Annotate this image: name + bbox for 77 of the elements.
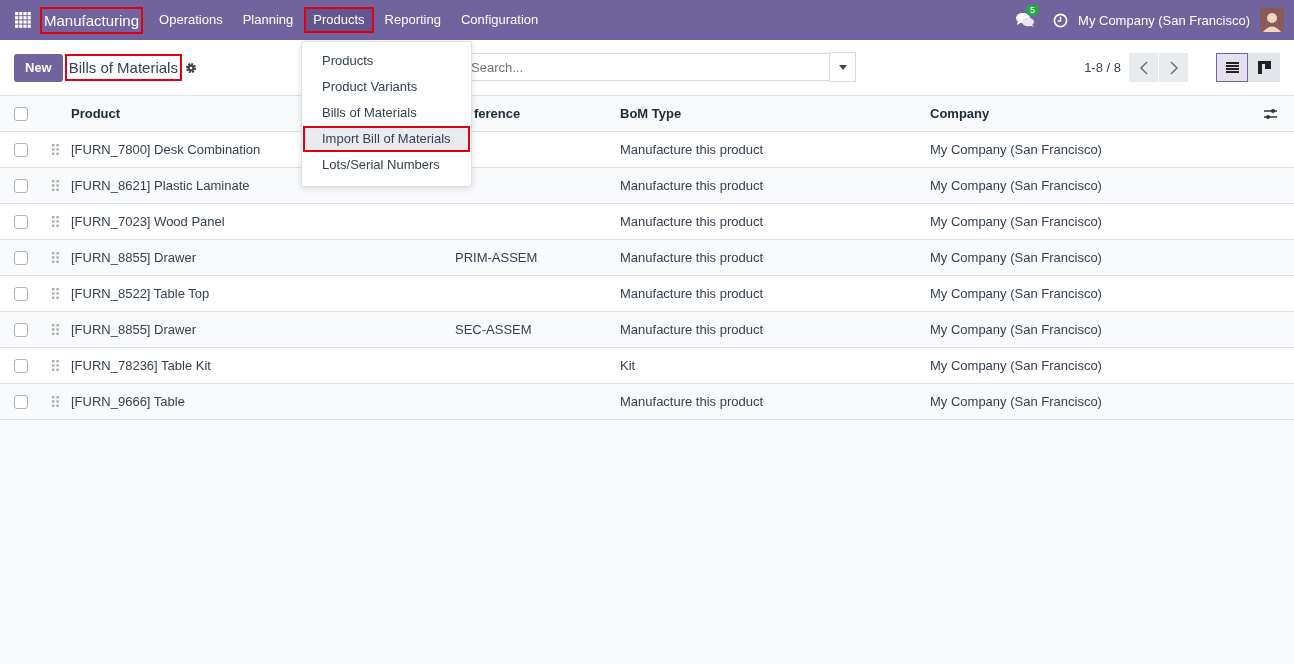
product-cell: [FURN_8621] Plastic Laminate (71, 178, 250, 193)
row-checkbox[interactable] (14, 250, 28, 265)
avatar-icon[interactable] (1260, 8, 1284, 32)
new-button[interactable]: New (14, 53, 63, 82)
chevron-right-icon (1169, 60, 1178, 75)
bom-type-column-header[interactable]: BoM Type (620, 106, 682, 121)
bom-type-cell: Manufacture this product (620, 178, 764, 193)
search-options-toggle[interactable] (829, 52, 856, 82)
company-cell: My Company (San Francisco) (930, 214, 1102, 229)
row-checkbox[interactable] (14, 142, 28, 157)
company-column-header[interactable]: Company (930, 106, 990, 121)
kanban-view-button[interactable] (1248, 53, 1280, 82)
company-cell: My Company (San Francisco) (930, 322, 1102, 337)
row-checkbox[interactable] (14, 358, 28, 373)
drag-handle-icon[interactable] (52, 144, 59, 155)
row-checkbox[interactable] (14, 322, 28, 337)
bom-type-cell: Manufacture this product (620, 286, 764, 301)
app-name[interactable]: Manufacturing (40, 6, 144, 34)
row-checkbox[interactable] (14, 394, 28, 409)
product-cell: [FURN_7800] Desk Combination (71, 142, 261, 157)
nav-menu-item[interactable]: Configuration (451, 7, 548, 33)
previous-page-button[interactable] (1129, 53, 1158, 82)
bom-type-cell: Manufacture this product (620, 214, 764, 229)
reference-column-header[interactable]: ference (474, 106, 521, 121)
optional-columns-icon[interactable] (1264, 107, 1277, 120)
dropdown-menu-item[interactable]: Import Bill of Materials (303, 126, 470, 152)
drag-handle-icon[interactable] (52, 288, 59, 299)
bom-type-cell: Manufacture this product (620, 142, 764, 157)
company-cell: My Company (San Francisco) (930, 250, 1102, 265)
page-title: Bills of Materials (64, 54, 182, 81)
drag-handle-icon[interactable] (52, 396, 59, 407)
bom-type-cell: Manufacture this product (620, 394, 764, 409)
row-checkbox[interactable] (14, 178, 28, 193)
product-cell: [FURN_8855] Drawer (71, 250, 196, 265)
nav-menu-item[interactable]: Reporting (375, 7, 450, 33)
next-page-button[interactable] (1159, 53, 1188, 82)
list-view-button[interactable] (1216, 53, 1248, 82)
kanban-icon (1257, 61, 1271, 74)
row-checkbox[interactable] (14, 214, 28, 229)
product-cell: [FURN_7023] Wood Panel (71, 214, 225, 229)
gear-icon[interactable] (184, 61, 197, 74)
product-column-header[interactable]: Product (71, 106, 121, 121)
company-cell: My Company (San Francisco) (930, 178, 1102, 193)
drag-handle-icon[interactable] (52, 180, 59, 191)
company-cell: My Company (San Francisco) (930, 394, 1102, 409)
bom-type-cell: Manufacture this product (620, 322, 764, 337)
chat-icon[interactable] (1015, 12, 1036, 28)
caret-icon (838, 64, 847, 70)
nav-menu-item[interactable]: Planning (233, 7, 303, 33)
bom-type-cell: Manufacture this product (620, 250, 764, 265)
product-cell: [FURN_8855] Drawer (71, 322, 196, 337)
nav-menu-item[interactable]: Operations (150, 7, 232, 33)
list-icon (1225, 62, 1239, 73)
drag-handle-icon[interactable] (52, 216, 59, 227)
company-cell: My Company (San Francisco) (930, 142, 1102, 157)
chevron-left-icon (1139, 60, 1148, 75)
drag-handle-icon[interactable] (52, 252, 59, 263)
company-cell: My Company (San Francisco) (930, 286, 1102, 301)
bom-type-cell: Kit (620, 358, 636, 373)
dropdown-menu-item[interactable]: Lots/Serial Numbers (303, 152, 470, 178)
drag-handle-icon[interactable] (52, 324, 59, 335)
pager-value[interactable]: 1-8 / 8 (1084, 60, 1121, 75)
select-all-checkbox[interactable] (14, 106, 28, 121)
reference-cell: PRIM-ASSEM (455, 250, 538, 265)
product-cell: [FURN_8522] Table Top (71, 286, 210, 301)
clock-icon[interactable] (1053, 12, 1069, 28)
apps-menu-icon[interactable] (15, 12, 31, 28)
product-cell: [FURN_78236] Table Kit (71, 358, 211, 373)
message-count-badge: 5 (1026, 4, 1040, 16)
reference-cell: SEC-ASSEM (455, 322, 532, 337)
drag-handle-icon[interactable] (52, 360, 59, 371)
dropdown-menu-item[interactable]: Bills of Materials (303, 100, 470, 126)
company-switcher[interactable]: My Company (San Francisco) (1078, 12, 1250, 28)
product-cell: [FURN_9666] Table (71, 394, 185, 409)
row-checkbox[interactable] (14, 286, 28, 301)
nav-menu-item[interactable]: Products (304, 7, 374, 33)
company-cell: My Company (San Francisco) (930, 358, 1102, 373)
